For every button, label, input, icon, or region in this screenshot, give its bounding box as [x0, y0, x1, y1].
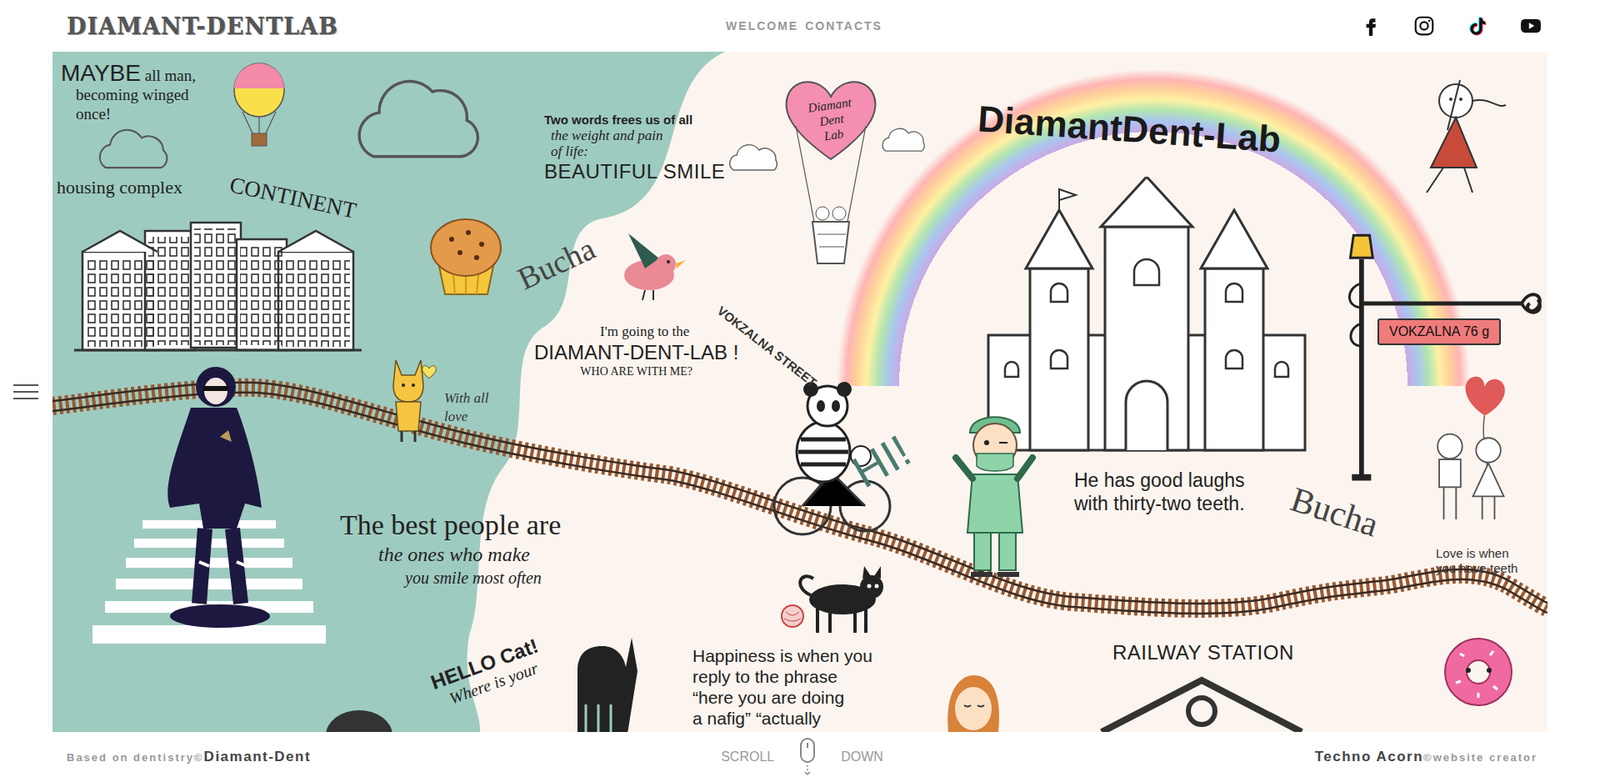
cloud-icon: [878, 124, 930, 155]
kids-with-heart-icon: [1419, 366, 1520, 534]
housing-text: housing complex: [56, 176, 183, 199]
instagram-icon[interactable]: [1413, 15, 1435, 37]
best-people-text: The best people arethe ones who makeyou …: [340, 508, 561, 589]
facebook-icon[interactable]: [1360, 15, 1382, 37]
bird-icon: [607, 226, 691, 302]
castle-icon: [980, 176, 1314, 452]
cloud-icon: [725, 140, 784, 174]
nav-link[interactable]: WELCOME: [725, 19, 799, 33]
dark-blob-icon: [321, 701, 397, 732]
woman-face-icon: [944, 673, 1003, 732]
station-roof-icon: [1097, 673, 1306, 732]
cloud-icon: [92, 127, 176, 174]
girl-figure-icon: [1393, 75, 1519, 201]
hi-text: HI!: [843, 424, 920, 498]
donut-icon: [1439, 632, 1519, 712]
going-text: I'm going to theDIAMANT-DENT-LAB !WHO AR…: [534, 323, 739, 379]
fox-note: With alllove: [444, 389, 489, 426]
happiness-text: Happiness is when youreply to the phrase…: [692, 645, 873, 729]
tiktok-icon[interactable]: [1466, 15, 1489, 37]
houses-icon: [74, 218, 362, 352]
social-links: [1191, 15, 1542, 37]
cloud-icon: [352, 69, 486, 168]
laughs-text: He has good laughswith thirty-two teeth.: [1074, 468, 1245, 515]
black-cat-icon: [560, 637, 645, 732]
railway-station-text: RAILWAY STATION: [1112, 640, 1295, 665]
footer: Based on dentistry©Diamant-Dent SCROLLDOW…: [0, 731, 1600, 782]
girl-walking-icon: [153, 361, 270, 633]
logo[interactable]: DIAMANT-DENTLAB: [66, 13, 417, 40]
scroll-down[interactable]: SCROLLDOWN: [720, 737, 884, 776]
muffin-icon: [426, 214, 506, 298]
page: DIAMANT-DENTLAB WELCOME CONTACTS MAYBE all …: [0, 0, 1600, 782]
menu-icon[interactable]: [13, 383, 39, 400]
street-sign: VOKZALNA 76 g: [1377, 318, 1501, 345]
cat-icon: [775, 565, 901, 637]
hot-air-balloon-icon: [230, 61, 288, 150]
balloon-label: DiamantDentLab: [800, 93, 865, 146]
mouse-icon: [799, 737, 816, 776]
two-words-text: Two words frees us of allthe weight and …: [544, 111, 725, 185]
illustration-canvas: MAYBE all man,becoming wingedonce! housin…: [52, 51, 1548, 732]
footer-creator[interactable]: Techno Acorn©website creator: [1104, 748, 1538, 765]
doctor-icon: [949, 407, 1041, 583]
bucha-text: Bucha: [1285, 479, 1384, 545]
maybe-text: MAYBE all man,becoming wingedonce!: [60, 63, 196, 124]
header: DIAMANT-DENTLAB WELCOME CONTACTS: [0, 0, 1600, 52]
nav: WELCOME CONTACTS: [725, 19, 883, 33]
love-text: Love is whenyou have teeth: [1435, 545, 1518, 576]
fox-icon: [383, 351, 442, 444]
youtube-icon[interactable]: [1520, 15, 1542, 37]
footer-credit: Based on dentistry©Diamant-Dent: [66, 748, 500, 765]
nav-link[interactable]: CONTACTS: [805, 19, 883, 33]
